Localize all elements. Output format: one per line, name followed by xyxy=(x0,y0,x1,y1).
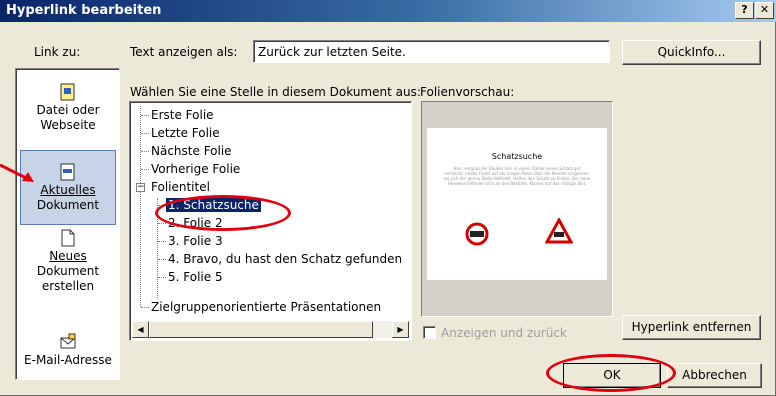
tree-item-last-slide[interactable]: Letzte Folie xyxy=(149,124,222,142)
tree-horizontal-scrollbar[interactable]: ◀ ▶ xyxy=(132,321,409,338)
scroll-right-icon[interactable]: ▶ xyxy=(392,321,409,338)
tree-connector xyxy=(158,241,166,242)
collapse-icon[interactable]: − xyxy=(136,183,145,192)
hyperlink-dialog: Hyperlink bearbeiten ? ✕ Link zu: Text a… xyxy=(0,0,776,396)
link-item-email-label: E-Mail-Adresse xyxy=(24,353,112,367)
annotation-circle-slide xyxy=(155,195,291,231)
quickinfo-button[interactable]: QuickInfo... xyxy=(622,40,761,65)
tree-item-slide-4[interactable]: 4. Bravo, du hast den Schatz gefunden xyxy=(166,250,404,268)
annotation-circle-ok xyxy=(546,354,676,392)
tree-item-slide-titles[interactable]: Folientitel xyxy=(149,178,212,196)
link-item-web-page[interactable]: Datei oder Webseite xyxy=(20,83,116,133)
show-and-return-label: Anzeigen und zurück xyxy=(441,326,567,340)
display-text-input[interactable]: Zurück zur letzten Seite. xyxy=(253,40,610,63)
link-to-bar: Datei oder Webseite Aktuelles Dokument N… xyxy=(15,68,120,380)
slide-title: Schatzsuche xyxy=(491,152,543,161)
tree-connector xyxy=(158,259,166,260)
preview-label: Folienvorschau: xyxy=(420,85,515,99)
tree-item-next-slide[interactable]: Nächste Folie xyxy=(149,142,234,160)
link-to-label: Link zu: xyxy=(34,45,81,59)
link-item-new-document-line3: erstellen xyxy=(41,279,95,293)
link-item-email[interactable]: E-Mail-Adresse xyxy=(20,333,116,368)
tree-connector xyxy=(141,133,149,134)
tree-connector xyxy=(141,307,149,308)
slide-preview-pane: Schatzsuche Hier, vergrub der Räuber hie… xyxy=(421,101,613,317)
tree-item-slide-5[interactable]: 5. Folie 5 xyxy=(166,268,225,286)
display-text-label: Text anzeigen als: xyxy=(130,45,238,59)
tree-connector xyxy=(141,151,149,152)
annotation-arrow-icon xyxy=(0,163,34,182)
link-item-new-document-line2: Dokument xyxy=(36,264,100,278)
web-page-icon xyxy=(60,83,75,101)
email-icon xyxy=(60,333,76,349)
dialog-title: Hyperlink bearbeiten xyxy=(6,3,162,18)
tree-connector xyxy=(158,223,166,224)
new-document-icon xyxy=(61,229,75,247)
tree-item-custom-shows[interactable]: Zielgruppenorientierte Präsentationen xyxy=(149,298,383,316)
scroll-left-icon[interactable]: ◀ xyxy=(132,321,149,338)
tree-connector xyxy=(141,115,149,116)
slide-body-text: Hier, vergrub der Räuber hier in vielen … xyxy=(443,166,591,186)
remove-hyperlink-button[interactable]: Hyperlink entfernen xyxy=(622,315,761,340)
link-item-new-document-line1: Neues xyxy=(49,249,87,263)
cancel-button[interactable]: Abbrechen xyxy=(667,363,762,388)
help-button[interactable]: ? xyxy=(735,2,754,19)
display-text-value: Zurück zur letzten Seite. xyxy=(258,45,406,59)
link-item-new-document[interactable]: Neues Dokument erstellen xyxy=(20,229,116,294)
link-item-web-page-line1: Datei oder xyxy=(36,103,100,117)
tree-item-first-slide[interactable]: Erste Folie xyxy=(149,106,216,124)
tree-item-previous-slide[interactable]: Vorherige Folie xyxy=(149,160,242,178)
title-bar: Hyperlink bearbeiten xyxy=(0,0,776,22)
warning-sign-icon xyxy=(545,218,573,244)
tree-connector xyxy=(158,277,166,278)
link-item-current-document-line2: Dokument xyxy=(36,198,100,212)
place-label: Wählen Sie eine Stelle in diesem Dokumen… xyxy=(130,85,421,99)
tree-connector-line xyxy=(140,106,141,307)
current-document-icon xyxy=(60,163,75,181)
scroll-thumb[interactable] xyxy=(149,321,373,338)
close-button[interactable]: ✕ xyxy=(755,2,774,19)
tree-item-slide-3[interactable]: 3. Folie 3 xyxy=(166,232,225,250)
show-and-return-checkbox[interactable] xyxy=(423,326,436,339)
no-entry-sign-icon xyxy=(465,222,489,246)
slide-thumbnail: Schatzsuche Hier, vergrub der Räuber hie… xyxy=(427,128,607,280)
link-item-web-page-line2: Webseite xyxy=(40,118,96,132)
tree-connector xyxy=(141,169,149,170)
